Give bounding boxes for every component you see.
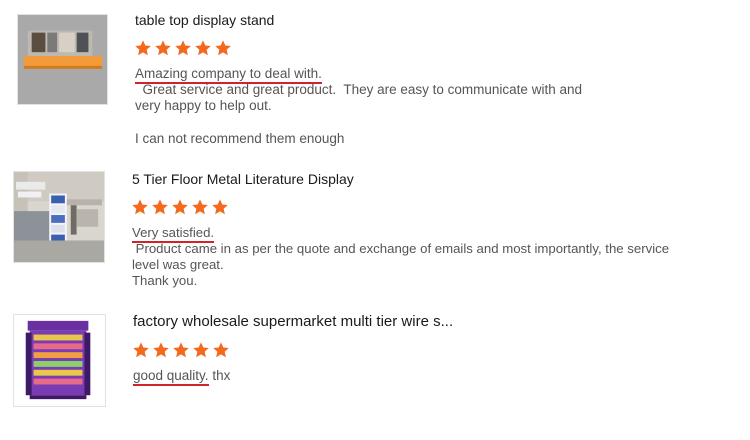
star-icon: [212, 199, 228, 215]
orange-display-stand-image: [18, 15, 107, 104]
review-line-3: Thank you.: [132, 273, 198, 288]
review-body: Amazing company to deal with. Great serv…: [135, 66, 740, 147]
star-icon: [213, 342, 229, 358]
review-title[interactable]: factory wholesale supermarket multi tier…: [133, 313, 453, 330]
office-literature-rack-image: [14, 172, 104, 262]
review-line-1: good quality. thx: [133, 368, 733, 386]
star-icon: [172, 199, 188, 215]
review-title[interactable]: 5 Tier Floor Metal Literature Display: [132, 171, 354, 187]
rating-stars: [134, 39, 232, 57]
star-icon: [132, 199, 148, 215]
star-icon: [133, 342, 149, 358]
review-line-1: Very satisfied. Product came in as per t…: [132, 225, 744, 257]
review-body: good quality. thx: [133, 368, 733, 386]
product-thumbnail[interactable]: [17, 14, 108, 105]
star-icon: [153, 342, 169, 358]
review-highlight: good quality.: [133, 368, 209, 386]
star-icon: [195, 40, 211, 56]
review-line-2: level was great.: [132, 257, 224, 272]
review-title[interactable]: table top display stand: [135, 12, 274, 28]
rating-stars: [132, 341, 230, 359]
star-icon: [192, 199, 208, 215]
review-text: Great service and great product. They ar…: [135, 82, 582, 97]
rating-stars: [131, 198, 229, 216]
purple-wire-rack-image: [14, 315, 105, 406]
star-icon: [152, 199, 168, 215]
review-line-3: I can not recommend them enough: [135, 131, 345, 146]
star-icon: [135, 40, 151, 56]
product-thumbnail[interactable]: [13, 171, 105, 263]
star-icon: [173, 342, 189, 358]
review-line-1: Amazing company to deal with. Great serv…: [135, 66, 740, 98]
product-thumbnail[interactable]: [13, 314, 106, 407]
review-line-2: very happy to help out.: [135, 98, 272, 113]
star-icon: [175, 40, 191, 56]
review-text: Product came in as per the quote and exc…: [132, 241, 670, 256]
star-icon: [155, 40, 171, 56]
review-body: Very satisfied. Product came in as per t…: [132, 225, 744, 289]
review-text: thx: [208, 368, 231, 383]
star-icon: [193, 342, 209, 358]
star-icon: [215, 40, 231, 56]
